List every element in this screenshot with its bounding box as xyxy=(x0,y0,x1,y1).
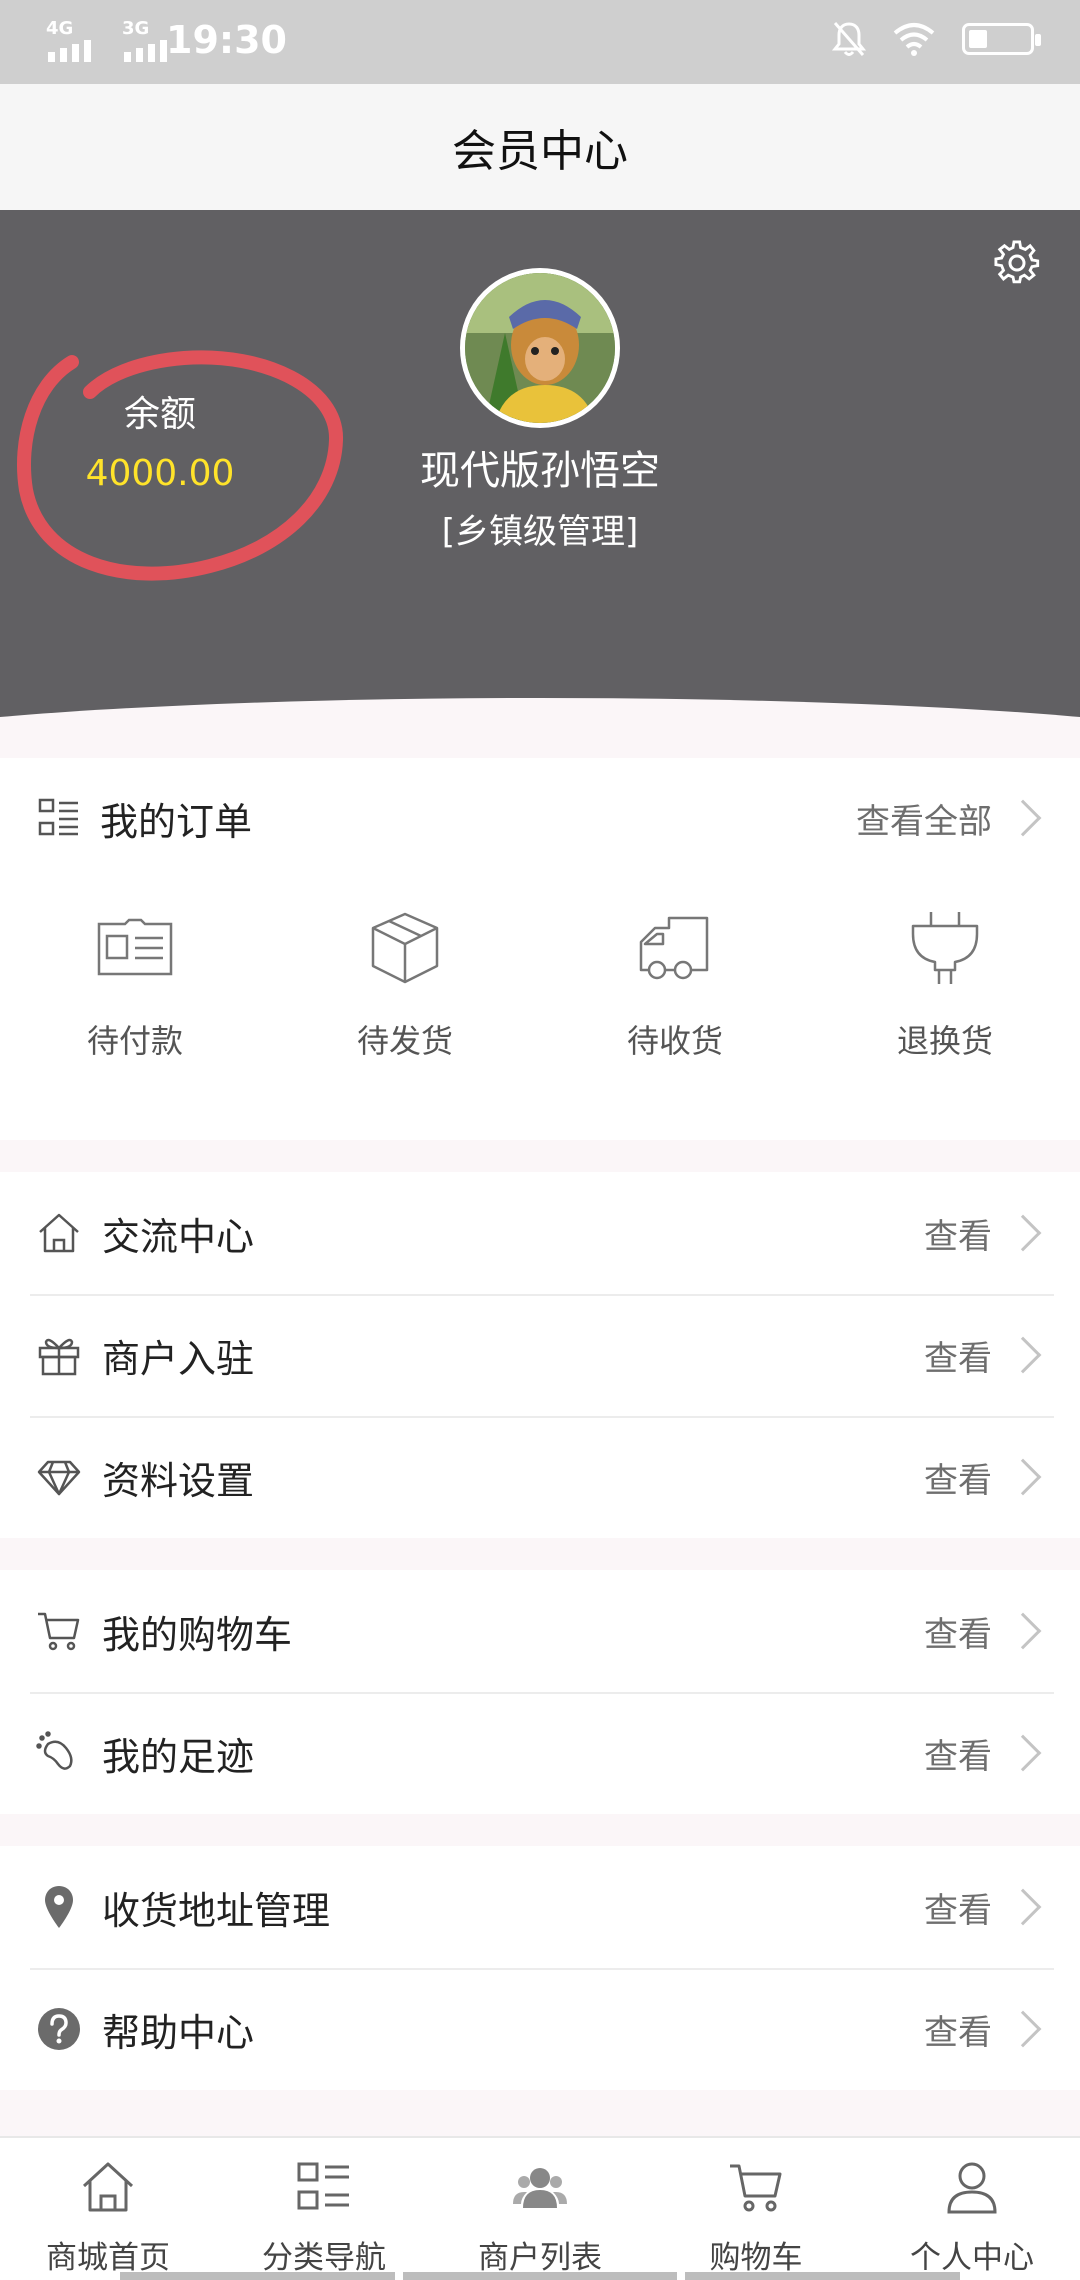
order-list-icon xyxy=(38,798,78,836)
network-signal-1: 4G xyxy=(46,18,104,62)
order-status-row: 待付款 待发货 待收货 退换货 xyxy=(0,878,1080,1128)
orders-title: 我的订单 xyxy=(100,799,253,844)
view-link[interactable]: 查看 xyxy=(924,1883,992,1932)
username: 现代版孙悟空 xyxy=(420,448,660,494)
view-all-label: 查看全部 xyxy=(856,801,992,842)
home-icon xyxy=(39,1213,79,1253)
tab-label: 个人中心 xyxy=(910,2240,1034,2276)
menu-group-2: 我的购物车 查看 我的足迹 查看 xyxy=(0,1570,1080,1814)
order-status-label: 退换货 xyxy=(896,1022,993,1060)
network-type-label: 4G xyxy=(46,18,74,39)
page-title: 会员中心 xyxy=(452,126,628,177)
tab-label: 商城首页 xyxy=(46,2240,170,2276)
home-icon xyxy=(82,2162,134,2212)
chevron-right-icon xyxy=(1004,799,1042,837)
menu-item-label: 我的购物车 xyxy=(102,1612,293,1657)
menu-item-profile-settings[interactable]: 资料设置 查看 xyxy=(0,1416,1080,1538)
users-icon xyxy=(513,2168,567,2208)
menu-group-3: 收货地址管理 查看 帮助中心 查看 xyxy=(0,1846,1080,2090)
tab-merchant-list[interactable]: 商户列表 xyxy=(432,2138,648,2280)
menu-item-community[interactable]: 交流中心 查看 xyxy=(0,1172,1080,1294)
chevron-right-icon xyxy=(1004,1612,1042,1650)
wifi-icon xyxy=(893,23,935,56)
location-icon xyxy=(45,1886,73,1928)
person-icon xyxy=(947,2162,997,2214)
menu-group-1: 交流中心 查看 商户入驻 查看 资料设置 查看 xyxy=(0,1172,1080,1538)
tab-label: 分类导航 xyxy=(262,2240,386,2276)
chevron-right-icon xyxy=(1004,1888,1042,1926)
view-link[interactable]: 查看 xyxy=(924,1729,992,1778)
menu-item-label: 交流中心 xyxy=(102,1214,255,1259)
orders-header[interactable]: 我的订单 查看全部 xyxy=(0,758,1080,878)
view-link[interactable]: 查看 xyxy=(924,2005,992,2054)
home-indicator xyxy=(120,2272,961,2280)
view-link[interactable]: 查看 xyxy=(924,1209,992,1258)
help-icon xyxy=(38,2008,80,2050)
tab-cart[interactable]: 购物车 xyxy=(648,2138,864,2280)
user-level: [乡镇级管理] xyxy=(441,512,639,552)
order-status-label: 待发货 xyxy=(356,1022,453,1060)
chevron-right-icon xyxy=(1004,1734,1042,1772)
grid-list-icon xyxy=(297,2162,349,2210)
menu-item-label: 商户入驻 xyxy=(102,1336,255,1381)
status-time: 19:30 xyxy=(166,18,287,62)
menu-item-my-cart[interactable]: 我的购物车 查看 xyxy=(0,1570,1080,1692)
chevron-right-icon xyxy=(1004,1214,1042,1252)
avatar[interactable] xyxy=(460,268,620,428)
view-link[interactable]: 查看 xyxy=(924,1453,992,1502)
network-indicators: 4G 3G xyxy=(46,18,180,62)
view-link[interactable]: 查看 xyxy=(924,1607,992,1656)
cart-icon xyxy=(38,1612,80,1651)
id-card-icon xyxy=(97,918,173,976)
header-curve xyxy=(0,698,1080,730)
chevron-right-icon xyxy=(1004,1336,1042,1374)
tab-label: 商户列表 xyxy=(478,2240,602,2276)
order-pending-receipt[interactable]: 待收货 xyxy=(540,878,810,1128)
order-status-label: 待收货 xyxy=(626,1022,723,1060)
bottom-tab-bar: 商城首页 分类导航 商户列表 购物车 个人中心 xyxy=(0,2136,1080,2280)
menu-item-label: 我的足迹 xyxy=(102,1734,255,1779)
chevron-right-icon xyxy=(1004,2010,1042,2048)
view-link[interactable]: 查看 xyxy=(924,1331,992,1380)
profile-header: 余额 4000.00 现代版孙悟空 [乡镇级管理] xyxy=(0,210,1080,730)
menu-item-label: 帮助中心 xyxy=(102,2010,255,2055)
title-bar: 会员中心 xyxy=(0,84,1080,210)
view-all-orders-link[interactable]: 查看全部 xyxy=(856,794,1042,843)
gift-icon xyxy=(38,1338,80,1376)
truck-icon xyxy=(639,916,709,980)
battery-icon xyxy=(962,23,1041,55)
diamond-icon xyxy=(37,1460,81,1496)
order-pending-shipment[interactable]: 待发货 xyxy=(270,878,540,1128)
menu-item-footprints[interactable]: 我的足迹 查看 xyxy=(0,1692,1080,1814)
tab-personal-center[interactable]: 个人中心 xyxy=(864,2138,1080,2280)
orders-card: 我的订单 查看全部 待付款 待发货 待收货 退换货 xyxy=(0,758,1080,1140)
box-icon xyxy=(371,912,439,984)
status-bar: 4G 3G 19:30 xyxy=(0,0,1080,84)
menu-item-help[interactable]: 帮助中心 查看 xyxy=(0,1968,1080,2090)
plug-icon xyxy=(911,912,979,984)
tab-category-nav[interactable]: 分类导航 xyxy=(216,2138,432,2280)
menu-item-label: 收货地址管理 xyxy=(102,1888,331,1933)
order-status-label: 待付款 xyxy=(86,1022,183,1060)
tab-label: 购物车 xyxy=(709,2240,803,2276)
bell-off-icon xyxy=(832,22,866,56)
order-returns[interactable]: 退换货 xyxy=(810,878,1080,1128)
settings-gear-icon[interactable] xyxy=(994,240,1040,286)
network-type-label: 3G xyxy=(122,18,150,39)
tab-mall-home[interactable]: 商城首页 xyxy=(0,2138,216,2280)
footprint-icon xyxy=(36,1731,73,1770)
menu-item-label: 资料设置 xyxy=(102,1458,255,1503)
order-pending-payment[interactable]: 待付款 xyxy=(0,878,270,1128)
chevron-right-icon xyxy=(1004,1458,1042,1496)
menu-item-merchant-join[interactable]: 商户入驻 查看 xyxy=(0,1294,1080,1416)
menu-item-address[interactable]: 收货地址管理 查看 xyxy=(0,1846,1080,1968)
cart-icon xyxy=(730,2164,782,2212)
balance-label: 余额 xyxy=(123,394,196,435)
